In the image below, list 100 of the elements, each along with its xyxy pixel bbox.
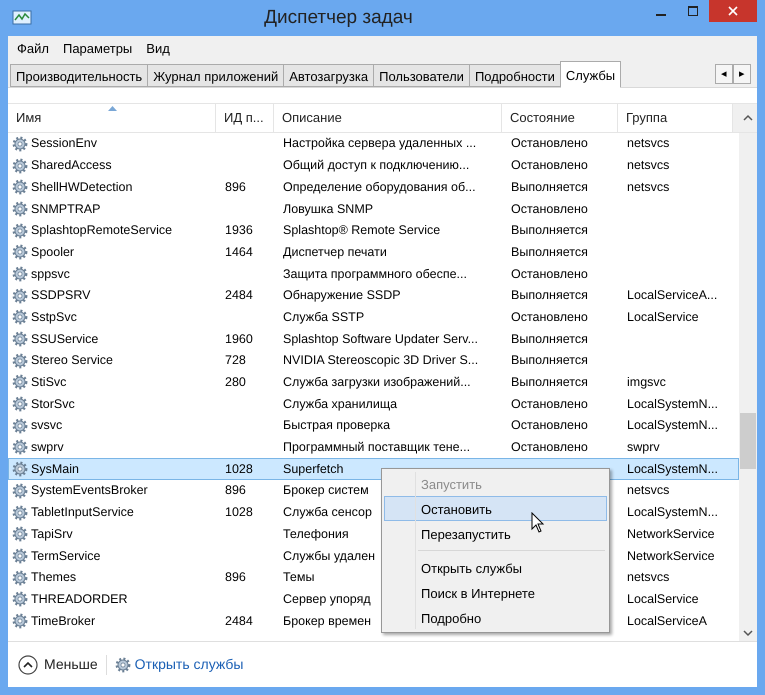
column-header[interactable]: Состояние [502,104,618,132]
menu-item[interactable]: Поиск в Интернете [384,580,607,605]
window-title: Диспетчер задач [263,6,414,30]
column-header[interactable]: Имя [8,104,216,132]
gear-icon [12,266,28,282]
tab[interactable]: Службы [560,61,622,88]
service-name: SessionEnv [31,135,98,152]
menu-item[interactable]: Вид [141,38,175,58]
collapse-icon [18,654,38,674]
table-cell-text: Остановлено [511,417,588,434]
table-cell-text: Остановлено [511,439,588,456]
table-cell-text: 728 [225,352,246,370]
scroll-down-icon[interactable] [743,629,753,637]
service-name: SSDPSRV [31,287,91,304]
service-name: SharedAccess [31,157,112,174]
column-header[interactable]: ИД п... [216,104,274,132]
tab[interactable]: Пользователи [373,64,470,87]
table-cell-text: 896 [225,482,246,500]
scroll-right-button[interactable]: ▸ [733,64,751,84]
service-name: SSUService [31,330,98,348]
gear-icon [12,244,28,260]
table-cell-text: Служба SSTP [283,308,364,326]
gear-icon [12,179,28,196]
table-cell-text: 896 [225,569,246,586]
table-cell-text: Обнаружение SSDP [283,287,401,304]
scroll-left-button[interactable]: ◂ [715,64,733,84]
scroll-up-icon[interactable] [743,114,753,122]
menu-item[interactable]: Файл [12,38,54,58]
service-name: SplashtopRemoteService [31,222,172,240]
gear-icon [114,656,131,672]
scrollbar[interactable] [739,133,757,641]
service-name: StorSvc [31,396,75,413]
table-cell-text: LocalServiceA [627,612,707,630]
table-cell-text: Superfetch [283,460,344,478]
menu-item[interactable]: Открыть службы [384,555,607,580]
table-cell-text: NVIDIA Stereoscopic 3D Driver S... [283,352,478,370]
table-cell-text: Сервер упоряд [283,590,371,608]
cursor-icon [531,512,545,534]
gear-icon [12,158,28,174]
service-name: SstpSvc [31,308,77,326]
table-cell-text: LocalSystemN... [627,504,718,522]
table-cell-text: Служба сенсор [283,504,372,522]
menu-item[interactable]: Подробно [384,605,607,630]
tab[interactable]: Журнал приложений [147,64,284,87]
table-cell-text: Служба загрузки изображений... [283,374,471,392]
service-name: TapiSrv [31,526,73,543]
table-cell-text: Ловушка SNMP [283,200,374,218]
minimize-icon [656,14,666,16]
gear-icon [12,288,28,304]
gear-icon [12,548,28,564]
table-cell-text: 280 [225,374,246,392]
table-cell-text: 1028 [225,460,253,478]
table-cell-text: LocalServiceA... [627,287,718,304]
table-cell-text: netsvcs [627,482,670,500]
table-cell-text: NetworkService [627,526,715,543]
less-button[interactable]: Меньше [18,654,98,675]
table-cell-text: Выполняется [511,330,588,348]
table-cell-text: Остановлено [511,308,588,326]
table-cell-text: Службы удален [283,548,376,565]
table-cell-text: Программный поставщик тене... [283,439,470,456]
table-cell-text: netsvcs [627,178,670,196]
tab[interactable]: Производительность [10,64,148,87]
maximize-icon [688,6,698,16]
menu-item[interactable]: Параметры [58,38,138,58]
table-cell-text: LocalSystemN... [627,417,718,434]
gear-icon [12,526,28,542]
service-name: Themes [31,569,76,586]
app-icon [12,9,32,27]
table-cell-text: Выполняется [511,374,588,392]
table-cell-text: Остановлено [511,266,588,283]
table-cell-text: netsvcs [627,569,670,586]
service-name: TimeBroker [31,612,96,630]
table-cell-text: Служба хранилища [283,396,398,413]
table-cell-text: 1464 [225,244,253,261]
menu-item[interactable]: Перезапустить [384,521,607,546]
close-button[interactable] [709,0,757,22]
service-name: Spooler [31,244,74,261]
table-cell-text: 2484 [225,612,253,630]
tab[interactable]: Автозагрузка [283,64,374,87]
column-header[interactable]: Описание [274,104,502,132]
gear-icon [12,461,28,478]
close-icon [728,6,738,16]
table-cell-text: Защита программного обеспе... [283,266,467,283]
table-cell-text: netsvcs [627,135,670,152]
table-cell-text: Общий доступ к подключению... [283,157,470,174]
menu-item[interactable]: Остановить [384,496,607,521]
scroll-thumb[interactable] [740,413,756,469]
open-services-link[interactable]: Открыть службы [114,654,244,675]
table-cell-text: LocalService [627,308,699,326]
gear-icon [12,418,28,434]
service-name: svsvc [31,417,62,434]
gear-icon [12,504,28,521]
table-cell-text: Остановлено [511,157,588,174]
gear-icon [12,591,28,608]
gear-icon [12,482,28,499]
tab[interactable]: Подробности [468,64,561,87]
table-cell-text: 2484 [225,287,253,304]
gear-icon [12,352,28,369]
table-cell-text: Остановлено [511,200,588,218]
table-cell-text: 896 [225,178,246,196]
